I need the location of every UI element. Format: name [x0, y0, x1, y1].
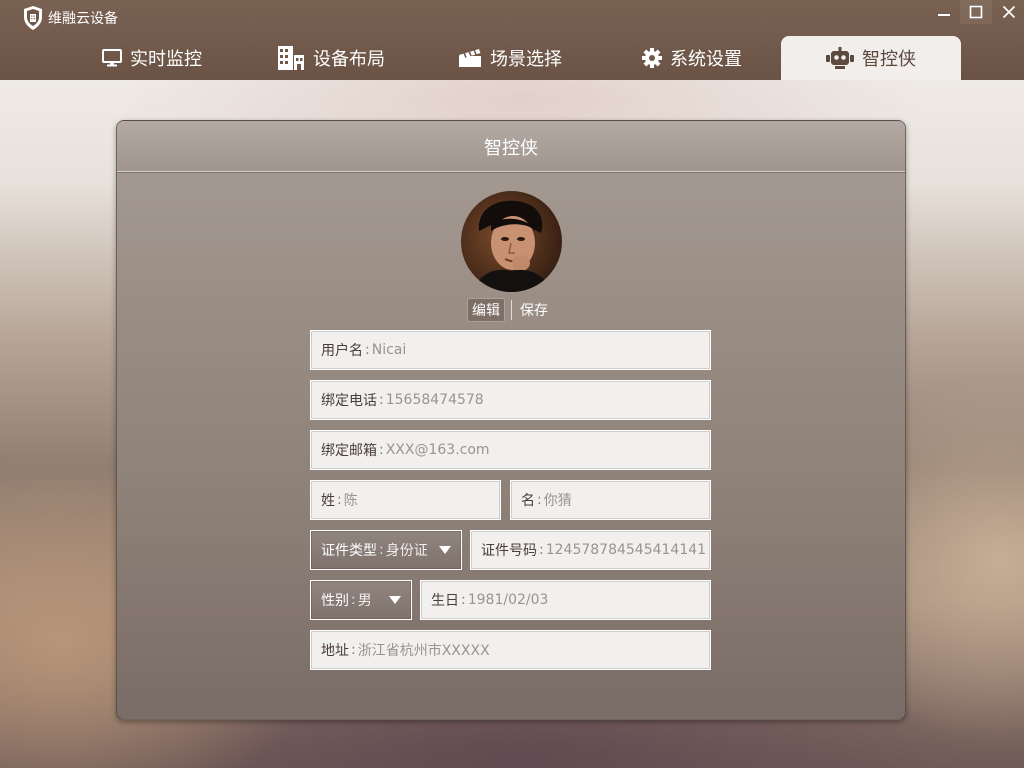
close-button[interactable] — [993, 0, 1024, 24]
gear-icon — [642, 48, 662, 68]
id-type-value: 身份证 — [385, 543, 428, 559]
gender-value: 男 — [357, 593, 372, 609]
tab-scene-select[interactable]: 场景选择 — [458, 36, 578, 80]
phone-field[interactable]: 绑定电话:15658474578 — [310, 380, 711, 420]
avatar[interactable] — [461, 191, 562, 292]
building-icon — [278, 46, 304, 70]
dropdown-caret-icon — [439, 546, 451, 554]
username-value: Nicai — [371, 342, 407, 358]
divider — [511, 300, 512, 320]
maximize-button[interactable] — [960, 0, 992, 24]
id-type-select[interactable]: 证件类型: 身份证 — [310, 530, 462, 570]
gender-select[interactable]: 性别: 男 — [310, 580, 412, 620]
phone-value: 15658474578 — [385, 392, 484, 408]
panel-title: 智控侠 — [484, 138, 538, 159]
panel-header: 智控侠 — [117, 121, 905, 172]
title-bar: 维融云设备 实时监控 设备布局 场景选择 系统设置 智控侠 — [0, 0, 1024, 80]
field-label: 地址 — [321, 643, 349, 659]
address-value: 浙江省杭州市XXXXX — [357, 643, 490, 659]
dropdown-caret-icon — [389, 596, 401, 604]
colon: : — [337, 492, 342, 508]
tab-device-layout[interactable]: 设备布局 — [277, 36, 397, 80]
username-field[interactable]: 用户名: Nicai — [310, 330, 711, 370]
field-label: 证件号码 — [481, 543, 537, 559]
given-name-value: 你猜 — [543, 493, 572, 509]
edit-avatar-button[interactable]: 编辑 — [467, 298, 505, 322]
monitor-icon — [102, 49, 122, 67]
given-name-field[interactable]: 名: 你猜 — [510, 480, 711, 520]
field-label: 生日 — [431, 593, 459, 609]
surname-field[interactable]: 姓:陈 — [310, 480, 501, 520]
email-field[interactable]: 绑定邮箱: XXX@163.com — [310, 430, 711, 470]
avatar-actions: 编辑 保存 — [467, 298, 548, 322]
id-number-field[interactable]: 证件号码:124578784545414141 — [470, 530, 711, 570]
save-button[interactable]: 保存 — [520, 300, 548, 320]
birthday-field[interactable]: 生日:1981/02/03 — [420, 580, 711, 620]
tab-label: 实时监控 — [130, 49, 202, 70]
colon: : — [539, 542, 544, 558]
app-title: 维融云设备 — [48, 11, 118, 27]
maximize-icon — [969, 5, 983, 19]
tab-label: 场景选择 — [490, 49, 562, 70]
tab-label: 系统设置 — [670, 49, 742, 70]
field-label: 用户名 — [321, 343, 363, 359]
colon: : — [379, 442, 384, 458]
robot-icon — [826, 47, 854, 69]
tab-label: 智控侠 — [862, 49, 916, 70]
field-label: 名 — [521, 493, 535, 509]
id-number-value: 124578784545414141 — [545, 542, 707, 558]
email-value: XXX@163.com — [385, 442, 490, 458]
colon: : — [351, 592, 356, 608]
tab-system-settings[interactable]: 系统设置 — [642, 36, 752, 80]
colon: : — [379, 542, 384, 558]
close-icon — [1002, 5, 1016, 19]
field-label: 绑定电话 — [321, 393, 377, 409]
colon: : — [537, 492, 542, 508]
field-label: 证件类型 — [321, 543, 377, 559]
tab-label: 设备布局 — [313, 49, 385, 70]
field-label: 绑定邮箱 — [321, 443, 377, 459]
minimize-button[interactable] — [928, 0, 960, 24]
field-label: 性别 — [321, 593, 349, 609]
colon: : — [365, 342, 370, 358]
address-field[interactable]: 地址: 浙江省杭州市XXXXX — [310, 630, 711, 670]
minimize-icon — [938, 14, 950, 16]
colon: : — [351, 642, 356, 658]
colon: : — [461, 592, 466, 608]
clapperboard-icon — [459, 49, 481, 67]
tab-smart-control[interactable]: 智控侠 — [781, 36, 961, 80]
field-label: 姓 — [321, 493, 335, 509]
surname-value: 陈 — [343, 493, 358, 509]
avatar-photo — [461, 191, 562, 292]
birthday-value: 1981/02/03 — [467, 592, 549, 608]
colon: : — [379, 392, 384, 408]
tab-realtime-monitor[interactable]: 实时监控 — [102, 36, 212, 80]
shield-logo-icon — [22, 5, 44, 31]
profile-panel: 智控侠 编辑 保存 用户名: Nicai 绑定电话: 15658474578 … — [116, 120, 906, 720]
